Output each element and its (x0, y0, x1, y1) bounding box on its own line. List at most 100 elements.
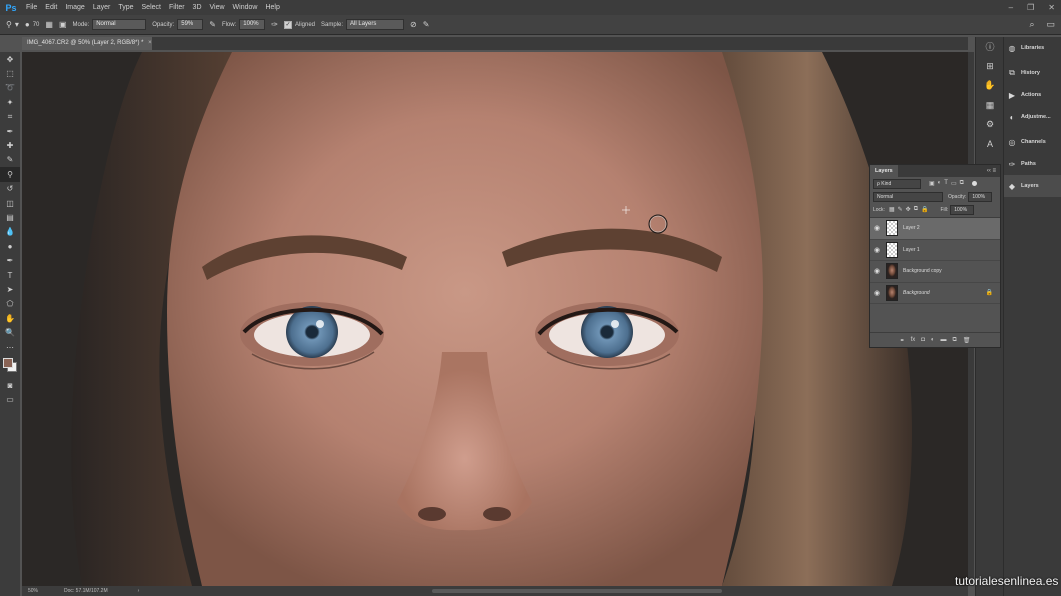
pressure-opacity-icon[interactable]: ✎ (209, 20, 216, 29)
mode-select[interactable]: Normal (92, 19, 147, 30)
menu-type[interactable]: Type (114, 4, 137, 11)
lock-all-icon[interactable]: 🔒 (921, 206, 928, 213)
brush-tool-icon[interactable]: ✎ (0, 153, 20, 167)
quick-mask-icon[interactable]: ◙ (0, 378, 20, 392)
layer-opacity-input[interactable]: 100% (968, 191, 993, 202)
filter-shape-icon[interactable]: ▭ (951, 180, 957, 187)
screen-mode-icon[interactable]: ▭ (0, 393, 20, 407)
filter-smart-icon[interactable]: ⧉ (960, 180, 964, 187)
layers-tab[interactable]: Layers (870, 165, 898, 177)
menu-filter[interactable]: Filter (165, 4, 189, 11)
menu-edit[interactable]: Edit (41, 4, 61, 11)
visibility-eye-icon[interactable]: ◉ (870, 246, 884, 254)
menu-help[interactable]: Help (261, 4, 283, 11)
flow-input[interactable]: 100% (239, 19, 266, 30)
character-icon[interactable]: A (976, 135, 1004, 155)
fill-input[interactable]: 100% (950, 204, 975, 215)
restore-icon[interactable]: ❐ (1027, 3, 1034, 12)
search-icon[interactable]: ⌕ (1029, 19, 1034, 30)
sample-select[interactable]: All Layers (346, 19, 405, 30)
crop-tool-icon[interactable]: ⌗ (0, 110, 20, 124)
swatches-icon[interactable]: ▦ (976, 96, 1004, 116)
menu-3d[interactable]: 3D (189, 4, 206, 11)
mask-icon[interactable]: ◘ (921, 337, 925, 343)
path-selection-tool-icon[interactable]: ➤ (0, 282, 20, 296)
menu-file[interactable]: File (22, 4, 41, 11)
tab-close-icon[interactable]: × (148, 40, 152, 46)
move-tool-icon[interactable]: ✥ (0, 52, 20, 66)
filter-pixel-icon[interactable]: ▣ (929, 180, 935, 187)
blur-tool-icon[interactable]: 💧 (0, 225, 20, 239)
adjustment-icon[interactable]: ◐ (931, 337, 935, 343)
panel-layers[interactable]: ◆ Layers (1004, 175, 1061, 197)
lock-transparent-icon[interactable]: ▦ (889, 206, 895, 213)
visibility-eye-icon[interactable]: ◉ (870, 267, 884, 275)
menu-window[interactable]: Window (229, 4, 262, 11)
filter-toggle[interactable] (971, 181, 977, 186)
properties-icon[interactable]: ⚙ (976, 115, 1004, 135)
lasso-tool-icon[interactable]: ➰ (0, 81, 20, 95)
zoom-level[interactable]: 50% (22, 588, 58, 594)
zoom-tool-icon[interactable]: 🔍 (0, 325, 20, 339)
menu-image[interactable]: Image (61, 4, 88, 11)
filter-type-icon[interactable]: T (944, 180, 948, 187)
type-tool-icon[interactable]: T (0, 268, 20, 282)
lock-position-icon[interactable]: ✥ (906, 206, 911, 213)
eyedropper-tool-icon[interactable]: ✒ (0, 124, 20, 138)
workspace-icon[interactable]: ▭ (1046, 19, 1055, 30)
marquee-tool-icon[interactable]: ⬚ (0, 66, 20, 80)
filter-adjustment-icon[interactable]: ◐ (938, 180, 942, 187)
more-tools-icon[interactable]: ⋯ (0, 340, 20, 354)
clone-stamp-tool-icon[interactable]: ⚲ (0, 167, 20, 182)
layer-row-layer-1[interactable]: ◉ Layer 1 (870, 240, 1000, 261)
shape-tool-icon[interactable]: ⬠ (0, 297, 20, 311)
blend-mode-select[interactable]: Normal (873, 191, 943, 202)
dodge-tool-icon[interactable]: ● (0, 239, 20, 253)
hand-tool-icon[interactable]: ✋ (0, 311, 20, 325)
airbrush-icon[interactable]: ✑ (271, 20, 278, 29)
opacity-input[interactable]: 59% (177, 19, 204, 30)
new-layer-icon[interactable]: ⧉ (953, 337, 957, 344)
visibility-eye-icon[interactable]: ◉ (870, 289, 884, 297)
aligned-checkbox[interactable]: ✓ (283, 20, 292, 29)
lock-image-icon[interactable]: ✎ (898, 206, 903, 213)
tool-preset-picker[interactable]: ⚲ ▾ (6, 20, 19, 29)
ignore-adjustment-layers-icon[interactable]: ⊘ (410, 20, 417, 29)
brush-panel-icon[interactable]: ▣ (59, 20, 67, 29)
foreground-color-swatch[interactable] (3, 358, 13, 369)
brush-preset-picker[interactable]: ● 70 (25, 20, 40, 29)
info-icon[interactable]: ⓘ (976, 37, 1004, 57)
panel-channels[interactable]: ◎ Channels (1004, 131, 1061, 153)
layer-row-background-copy[interactable]: ◉ Background copy (870, 261, 1000, 283)
close-icon[interactable]: ✕ (1048, 3, 1055, 12)
visibility-eye-icon[interactable]: ◉ (870, 224, 884, 232)
minimize-icon[interactable]: – (1009, 3, 1013, 12)
pressure-size-icon[interactable]: ✎ (423, 20, 430, 29)
styles-icon[interactable]: ✋ (976, 76, 1004, 96)
pen-tool-icon[interactable]: ✒ (0, 253, 20, 267)
document-canvas[interactable] (22, 52, 968, 586)
layer-row-background[interactable]: ◉ Background 🔒 (870, 283, 1000, 304)
navigator-icon[interactable]: ⊞ (976, 57, 1004, 77)
panel-paths[interactable]: ✑ Paths (1004, 153, 1061, 175)
panel-libraries[interactable]: ◍ Libraries (1004, 37, 1061, 59)
horizontal-scrollbar[interactable] (432, 589, 722, 593)
history-brush-tool-icon[interactable]: ↺ (0, 182, 20, 196)
eraser-tool-icon[interactable]: ◫ (0, 196, 20, 210)
panel-history[interactable]: ⧉ History (1004, 62, 1061, 84)
clone-source-panel-icon[interactable]: ▦ (45, 20, 53, 29)
menu-select[interactable]: Select (138, 4, 165, 11)
layer-row-layer-2[interactable]: ◉ Layer 2 (870, 218, 1000, 240)
panel-menu-icon[interactable]: ‹‹ ≡ (987, 168, 1000, 174)
folder-icon[interactable]: ▬ (941, 337, 947, 343)
gradient-tool-icon[interactable]: ▤ (0, 210, 20, 224)
document-tab[interactable]: IMG_4067.CR2 @ 50% (Layer 2, RGB/8*) * × (22, 37, 152, 50)
fx-icon[interactable]: fx (911, 337, 916, 343)
menu-layer[interactable]: Layer (89, 4, 115, 11)
quick-selection-tool-icon[interactable]: ✦ (0, 95, 20, 109)
lock-artboard-icon[interactable]: ⧉ (914, 206, 918, 213)
panel-actions[interactable]: ▶ Actions (1004, 84, 1061, 106)
status-menu-icon[interactable]: › (138, 588, 140, 594)
panel-adjustments[interactable]: ◐ Adjustme... (1004, 106, 1061, 128)
filter-kind-select[interactable]: ρ Kind (873, 178, 921, 189)
